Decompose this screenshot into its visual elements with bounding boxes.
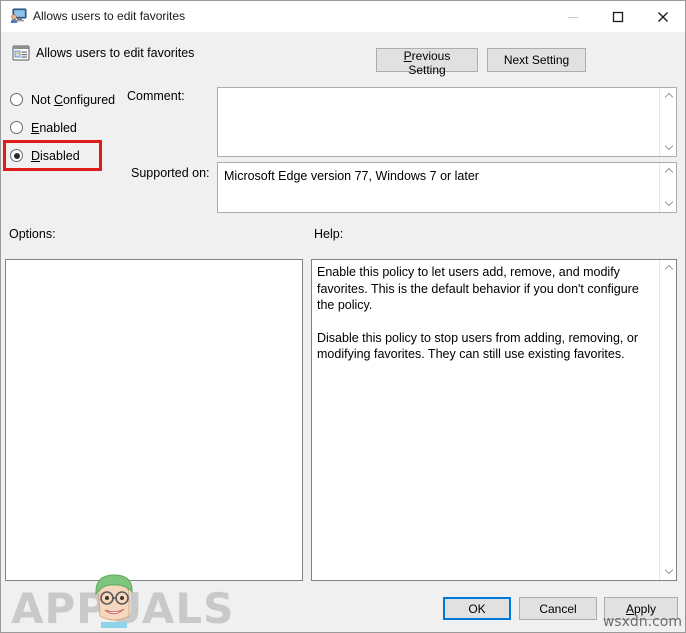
radio-option-disabled[interactable]: Disabled xyxy=(10,147,80,164)
help-scroll-down-icon[interactable] xyxy=(660,563,677,580)
comment-scroll-down-icon[interactable] xyxy=(660,139,677,156)
window-controls xyxy=(550,1,685,32)
supported-scroll-down-icon[interactable] xyxy=(660,195,677,212)
supported-on-value: Microsoft Edge version 77, Windows 7 or … xyxy=(224,169,479,183)
window-title: Allows users to edit favorites xyxy=(33,9,186,23)
close-button[interactable] xyxy=(640,1,685,32)
help-paragraph-1: Enable this policy to let users add, rem… xyxy=(317,265,639,312)
radio-mark-not-configured[interactable] xyxy=(10,93,23,106)
radio-label-not-configured: Not Configured xyxy=(31,92,116,107)
radio-mark-disabled[interactable] xyxy=(10,149,23,162)
appuals-mascot-icon xyxy=(87,570,141,628)
comment-label: Comment: xyxy=(127,89,185,103)
comment-scroll-up-icon[interactable] xyxy=(660,88,677,105)
radio-option-enabled[interactable]: Enabled xyxy=(10,119,77,136)
prev-setting-accel: P xyxy=(403,49,412,63)
radio-option-not-configured[interactable]: Not Configured xyxy=(10,91,115,108)
comment-input[interactable] xyxy=(217,87,677,157)
setting-name: Allows users to edit favorites xyxy=(36,46,195,60)
policy-setting-dialog: Allows users to edit favorites Allows us… xyxy=(0,0,686,633)
comment-scrollbar[interactable] xyxy=(659,88,676,156)
previous-setting-button[interactable]: Previous Setting xyxy=(376,48,478,77)
maximize-button[interactable] xyxy=(595,1,640,32)
radio-label-enabled: Enabled xyxy=(31,120,77,135)
supported-scroll-up-icon[interactable] xyxy=(660,163,677,180)
help-panel[interactable]: Enable this policy to let users add, rem… xyxy=(311,259,677,581)
help-content: Enable this policy to let users add, rem… xyxy=(317,264,654,363)
help-paragraph-2: Disable this policy to stop users from a… xyxy=(317,330,638,362)
help-scrollbar[interactable] xyxy=(659,260,676,580)
ok-button[interactable]: OK xyxy=(443,597,511,620)
supported-on-label: Supported on: xyxy=(131,166,210,180)
help-scroll-up-icon[interactable] xyxy=(660,260,677,277)
cancel-button[interactable]: Cancel xyxy=(519,597,597,620)
next-setting-button[interactable]: Next Setting xyxy=(487,48,586,72)
policy-setting-icon xyxy=(12,44,30,62)
supported-on-scrollbar[interactable] xyxy=(659,163,676,212)
wsxdn-watermark: wsxdn.com xyxy=(602,614,682,630)
title-bar: Allows users to edit favorites xyxy=(1,1,685,32)
radio-mark-enabled[interactable] xyxy=(10,121,23,134)
user-policy-monitor-icon xyxy=(10,8,27,24)
prev-setting-rest: revious Setting xyxy=(408,49,451,77)
radio-label-disabled: Disabled xyxy=(31,148,80,163)
minimize-button[interactable] xyxy=(550,1,595,32)
supported-on-field[interactable]: Microsoft Edge version 77, Windows 7 or … xyxy=(217,162,677,213)
options-label: Options: xyxy=(9,227,56,241)
options-panel[interactable] xyxy=(5,259,303,581)
help-label: Help: xyxy=(314,227,344,241)
